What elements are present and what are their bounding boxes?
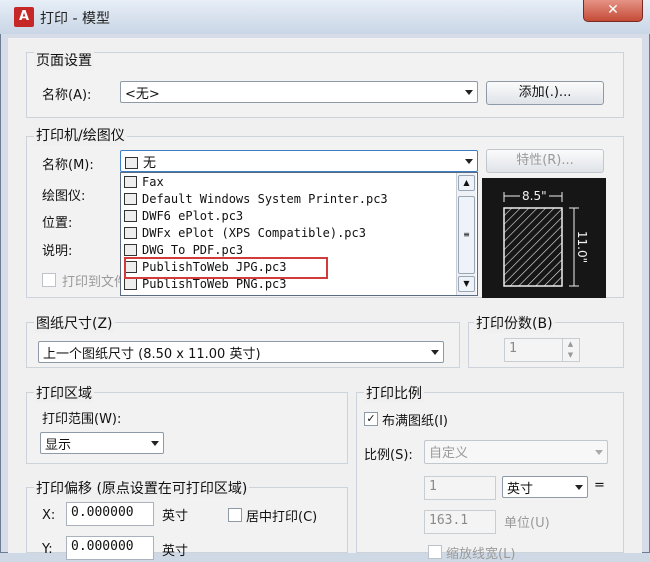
list-item[interactable]: DWFx ePlot (XPS Compatible).pc3	[124, 226, 366, 243]
close-button[interactable]: ✕	[583, 0, 643, 22]
page-setup-name-combo[interactable]: <无>	[120, 81, 478, 103]
offset-x-unit: 英寸	[162, 509, 189, 524]
chevron-down-icon	[151, 441, 159, 446]
printer-icon	[125, 157, 138, 169]
chevron-down-icon	[465, 90, 473, 95]
scroll-down-icon[interactable]: ▼	[458, 276, 475, 292]
paper-size-combo[interactable]: 上一个图纸尺寸 (8.50 x 11.00 英寸)	[38, 341, 444, 363]
center-plot-checkbox[interactable]	[228, 508, 242, 522]
printer-icon	[124, 176, 137, 188]
fit-to-paper-checkbox[interactable]: ✓	[364, 412, 378, 426]
list-item[interactable]: PublishToWeb PNG.pc3	[124, 277, 287, 294]
scale-value1-input[interactable]: 1	[424, 476, 496, 500]
scale-unit-value: 英寸	[507, 482, 534, 497]
list-item[interactable]: DWF6 ePlot.pc3	[124, 209, 243, 226]
chevron-down-icon	[465, 159, 473, 164]
plotter-label: 绘图仪:	[42, 189, 86, 204]
scale-equals: =	[594, 478, 605, 493]
scale-combo[interactable]: 自定义	[424, 440, 608, 464]
chevron-down-icon	[431, 350, 439, 355]
list-item[interactable]: Default Windows System Printer.pc3	[124, 192, 388, 209]
chevron-down-icon	[575, 485, 583, 490]
location-label: 位置:	[42, 216, 73, 231]
plot-scale-heading: 打印比例	[364, 383, 424, 403]
offset-x-label: X:	[42, 508, 56, 523]
scale-value2-input[interactable]: 163.1	[424, 510, 496, 534]
scroll-thumb[interactable]: ≡	[458, 196, 475, 274]
printer-icon	[124, 193, 137, 205]
description-label: 说明:	[42, 244, 73, 259]
page-setup-heading: 页面设置	[34, 50, 94, 70]
fit-to-paper-label: 布满图纸(I)	[382, 414, 448, 429]
scroll-up-icon[interactable]: ▲	[458, 175, 475, 191]
print-to-file-checkbox[interactable]	[42, 273, 56, 287]
scale-unit-combo[interactable]: 英寸	[502, 476, 588, 498]
scale-value: 自定义	[429, 446, 469, 461]
printer-name-value: 无	[143, 156, 157, 171]
printer-heading: 打印机/绘图仪	[34, 125, 127, 145]
window-title: 打印 - 模型	[40, 11, 110, 27]
printer-properties-button[interactable]: 特性(R)...	[486, 149, 604, 173]
copies-spinner[interactable]: ▲ ▼	[562, 339, 578, 361]
offset-y-unit: 英寸	[162, 544, 189, 559]
printer-icon	[124, 278, 137, 290]
preview-width: 8.5"	[520, 189, 549, 203]
plot-range-label: 打印范围(W):	[42, 412, 122, 427]
selection-highlight	[124, 257, 328, 279]
list-item[interactable]: Fax	[124, 175, 164, 192]
scale-label: 比例(S):	[364, 448, 413, 463]
plot-offset-heading: 打印偏移 (原点设置在可打印区域)	[34, 478, 250, 498]
center-plot-label: 居中打印(C)	[246, 510, 318, 525]
paper-size-value: 上一个图纸尺寸 (8.50 x 11.00 英寸)	[43, 347, 261, 362]
print-to-file-label: 打印到文件	[62, 275, 128, 290]
copies-heading: 打印份数(B)	[474, 313, 555, 333]
scale-unit-label: 单位(U)	[504, 516, 550, 531]
paper-size-heading: 图纸尺寸(Z)	[34, 313, 115, 333]
page-setup-name-label: 名称(A):	[42, 88, 92, 103]
offset-y-label: Y:	[42, 542, 53, 557]
plot-area-heading: 打印区域	[34, 383, 94, 403]
plot-range-combo[interactable]: 显示	[40, 432, 164, 454]
printer-icon	[124, 244, 137, 256]
page-setup-name-value: <无>	[125, 87, 160, 102]
autocad-logo-icon: A	[14, 7, 34, 27]
scale-lineweights-checkbox[interactable]	[428, 545, 442, 559]
offset-x-input[interactable]: 0.000000	[66, 502, 154, 526]
offset-y-input[interactable]: 0.000000	[66, 536, 154, 560]
add-page-setup-button[interactable]: 添加(.)...	[486, 81, 604, 105]
plot-range-value: 显示	[45, 438, 72, 453]
printer-name-label: 名称(M):	[42, 158, 94, 173]
printer-icon	[124, 210, 137, 222]
printer-name-combo[interactable]: 无	[120, 150, 478, 172]
printer-icon	[124, 227, 137, 239]
preview-height: 11.0"	[575, 230, 590, 264]
chevron-down-icon	[595, 450, 603, 455]
